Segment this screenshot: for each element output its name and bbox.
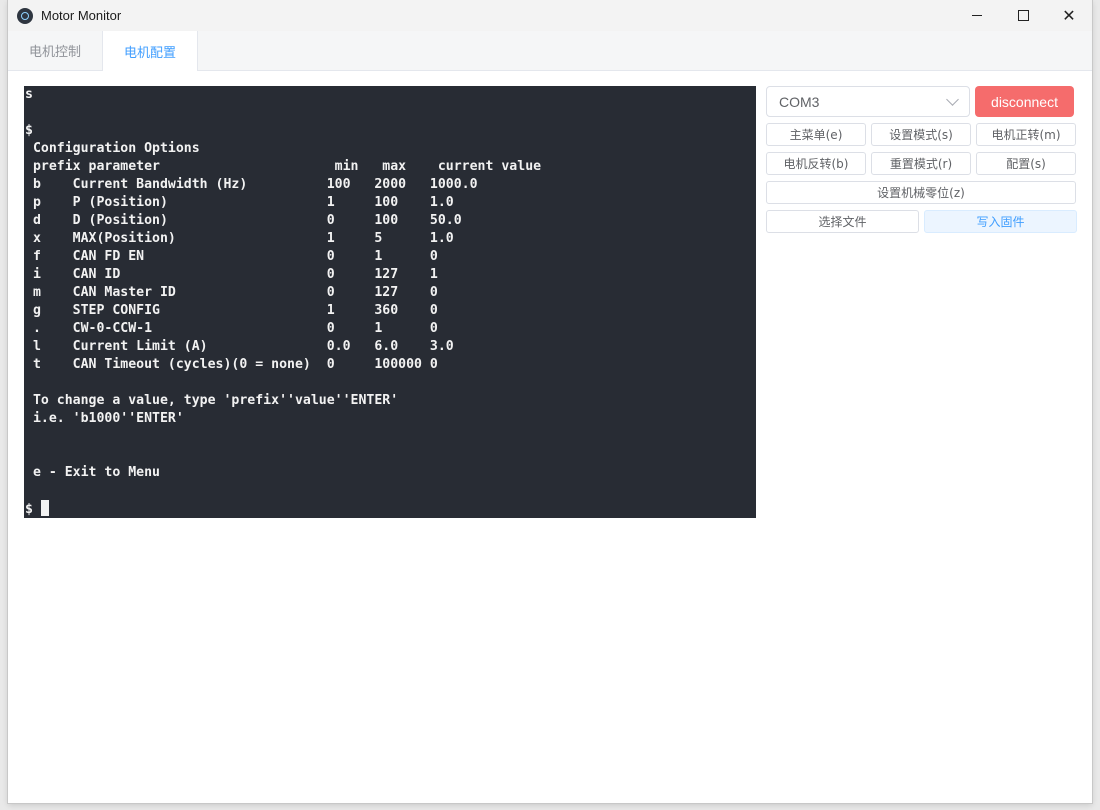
control-panel: COM3 disconnect 主菜单(e) 设置模式(s) 电机正转(m) 电… bbox=[766, 86, 1077, 239]
tab-bar: 电机控制 电机配置 bbox=[8, 31, 1092, 71]
close-button[interactable]: ✕ bbox=[1046, 0, 1092, 31]
terminal-line: prefix parameter min max current value bbox=[25, 159, 542, 174]
terminal-line: Configuration Options bbox=[25, 141, 200, 156]
terminal-line: l Current Limit (A) 0.0 6.0 3.0 bbox=[25, 339, 454, 354]
terminal-line: t CAN Timeout (cycles)(0 = none) 0 10000… bbox=[25, 357, 438, 372]
choose-file-button[interactable]: 选择文件 bbox=[766, 210, 919, 233]
reset-mode-button[interactable]: 重置模式(r) bbox=[871, 152, 971, 175]
terminal-line: d D (Position) 0 100 50.0 bbox=[25, 213, 462, 228]
port-select[interactable]: COM3 bbox=[766, 86, 970, 117]
app-window: Motor Monitor ✕ 电机控制 电机配置 s $ Configurat… bbox=[8, 0, 1092, 803]
terminal-line: $ bbox=[25, 123, 33, 138]
prompt-symbol: $ bbox=[25, 502, 33, 517]
maximize-button[interactable] bbox=[1000, 0, 1046, 31]
main-menu-button[interactable]: 主菜单(e) bbox=[766, 123, 866, 146]
motor-forward-button[interactable]: 电机正转(m) bbox=[976, 123, 1076, 146]
write-firmware-button[interactable]: 写入固件 bbox=[924, 210, 1077, 233]
terminal-line: To change a value, type 'prefix''value''… bbox=[25, 393, 399, 408]
terminal-prompt: $ bbox=[25, 500, 756, 518]
terminal-output: s $ Configuration Options prefix paramet… bbox=[24, 86, 756, 518]
terminal-line: i.e. 'b1000''ENTER' bbox=[25, 411, 184, 426]
disconnect-button[interactable]: disconnect bbox=[975, 86, 1074, 117]
config-button[interactable]: 配置(s) bbox=[976, 152, 1076, 175]
terminal-line: f CAN FD EN 0 1 0 bbox=[25, 249, 438, 264]
chevron-down-icon bbox=[946, 93, 959, 106]
tab-motor-config[interactable]: 电机配置 bbox=[103, 31, 199, 71]
set-zero-button[interactable]: 设置机械零位(z) bbox=[766, 181, 1076, 204]
terminal-line: . CW-0-CCW-1 0 1 0 bbox=[25, 321, 438, 336]
app-logo-icon bbox=[17, 7, 33, 24]
window-controls: ✕ bbox=[954, 0, 1092, 31]
minimize-button[interactable] bbox=[954, 0, 1000, 31]
setup-mode-button[interactable]: 设置模式(s) bbox=[871, 123, 971, 146]
terminal-line: e - Exit to Menu bbox=[25, 465, 160, 480]
terminal-line: g STEP CONFIG 1 360 0 bbox=[25, 303, 438, 318]
window-title: Motor Monitor bbox=[41, 8, 122, 23]
terminal-cursor bbox=[40, 500, 49, 516]
title-bar: Motor Monitor ✕ bbox=[8, 0, 1092, 31]
terminal-line: m CAN Master ID 0 127 0 bbox=[25, 285, 438, 300]
tab-motor-control[interactable]: 电机控制 bbox=[8, 31, 104, 70]
terminal-line: x MAX(Position) 1 5 1.0 bbox=[25, 231, 454, 246]
port-select-value: COM3 bbox=[779, 93, 820, 110]
serial-terminal[interactable]: s $ Configuration Options prefix paramet… bbox=[24, 86, 756, 518]
terminal-line: b Current Bandwidth (Hz) 100 2000 1000.0 bbox=[25, 177, 478, 192]
terminal-line: p P (Position) 1 100 1.0 bbox=[25, 195, 454, 210]
terminal-line: i CAN ID 0 127 1 bbox=[25, 267, 438, 282]
terminal-line: s bbox=[25, 87, 33, 102]
motor-reverse-button[interactable]: 电机反转(b) bbox=[766, 152, 866, 175]
